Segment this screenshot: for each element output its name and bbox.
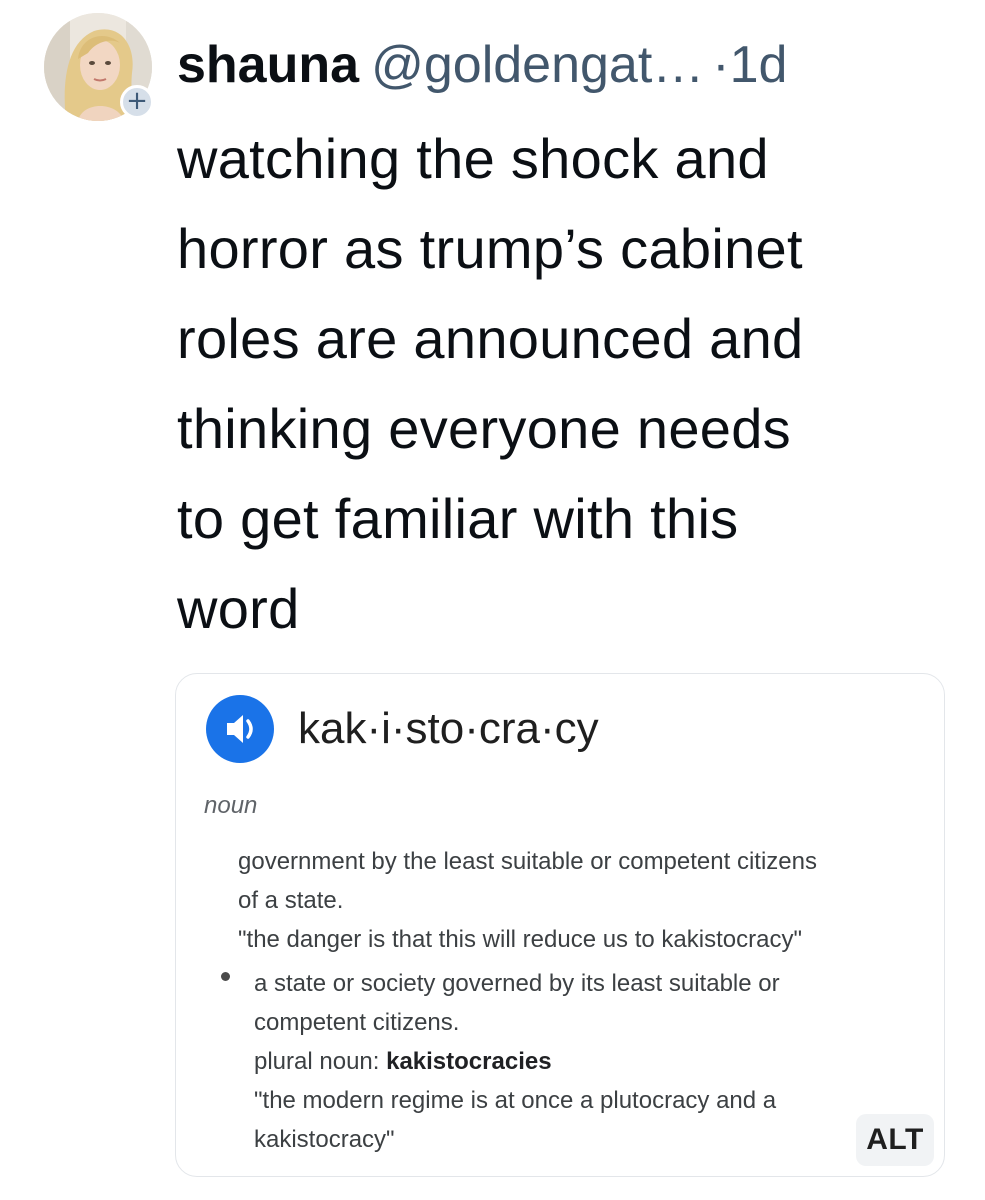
post-text-line: word	[177, 577, 300, 640]
definition-line: a state or society governed by its least…	[254, 970, 780, 997]
embedded-image-card[interactable]: kak·i·sto·cra·cy noun government by the …	[175, 673, 945, 1177]
post-text: watching the shock and horror as trump’s…	[177, 114, 957, 654]
post-text-line: thinking everyone needs	[177, 397, 791, 460]
definition-2: a state or society governed by its least…	[254, 964, 934, 1159]
bullet-icon	[221, 972, 230, 981]
definition-example: "the modern regime is at once a plutocra…	[254, 1087, 777, 1114]
previous-post-text-fragment	[210, 0, 540, 6]
speaker-icon	[206, 695, 274, 763]
definition-example: kakistocracy"	[254, 1126, 395, 1153]
author-handle[interactable]: @goldengat…	[371, 36, 704, 94]
follow-plus-icon[interactable]: +	[120, 85, 154, 119]
part-of-speech: noun	[204, 792, 258, 819]
post-timestamp[interactable]: 1d	[730, 36, 788, 94]
definition-line: competent citizens.	[254, 1009, 460, 1036]
post-text-line: horror as trump’s cabinet	[177, 217, 803, 280]
separator-dot: ·	[712, 36, 730, 94]
definition-1: government by the least suitable or comp…	[238, 842, 928, 959]
alt-text-button[interactable]: ALT	[856, 1114, 934, 1166]
plural-word: kakistocracies	[386, 1048, 552, 1075]
dictionary-headword: kak·i·sto·cra·cy	[298, 704, 599, 753]
plural-form: plural noun: kakistocracies	[254, 1042, 934, 1081]
post-text-line: watching the shock and	[177, 127, 769, 190]
author-name[interactable]: shauna	[177, 36, 359, 94]
post-header: shauna @goldengat… ·1d	[177, 26, 787, 104]
post-text-line: roles are announced and	[177, 307, 804, 370]
definition-example: "the danger is that this will reduce us …	[238, 926, 802, 953]
author-avatar[interactable]: +	[44, 13, 154, 121]
plural-label: plural noun:	[254, 1048, 387, 1075]
definition-line: government by the least suitable or comp…	[238, 848, 817, 875]
definition-line: of a state.	[238, 887, 344, 914]
post-text-line: to get familiar with this	[177, 487, 739, 550]
